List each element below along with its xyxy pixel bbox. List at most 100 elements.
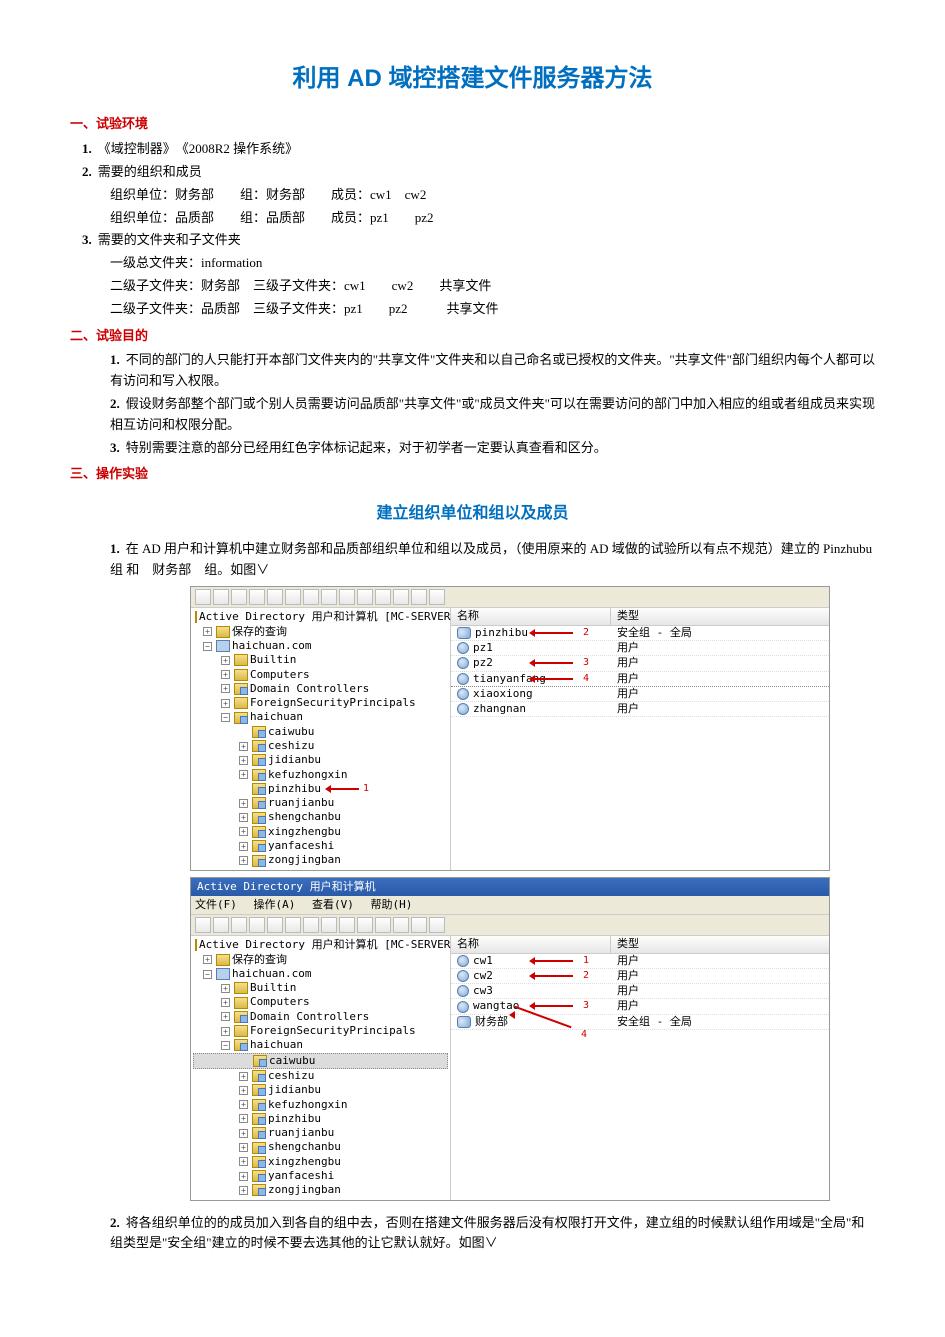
toolbar-btn[interactable] [357, 917, 373, 933]
list-item[interactable]: cw11用户 [451, 954, 829, 969]
list-pane-1[interactable]: 名称 类型 pinzhibu2安全组 - 全局pz1用户pz23用户tianya… [451, 608, 829, 869]
expand-icon[interactable]: + [239, 827, 248, 836]
tree-dc[interactable]: +Domain Controllers [193, 682, 448, 696]
tree-builtin[interactable]: +Builtin [193, 653, 448, 667]
expand-icon[interactable]: + [239, 756, 248, 765]
list-item[interactable]: pz1用户 [451, 641, 829, 656]
tree-ruanjianbu[interactable]: +ruanjianbu [193, 796, 448, 810]
tree-jidianbu[interactable]: +jidianbu [193, 753, 448, 767]
toolbar-btn[interactable] [213, 589, 229, 605]
expand-icon[interactable]: + [239, 1157, 248, 1166]
toolbar-btn[interactable] [231, 589, 247, 605]
tree-domain[interactable]: −haichuan.com [193, 967, 448, 981]
list-item[interactable]: cw22用户 [451, 969, 829, 984]
toolbar-btn[interactable] [339, 917, 355, 933]
toolbar-btn[interactable] [267, 589, 283, 605]
expand-icon[interactable]: + [239, 1072, 248, 1081]
toolbar-btn[interactable] [285, 589, 301, 605]
list-item[interactable]: wangtao3用户 [451, 999, 829, 1014]
toolbar-btn[interactable] [231, 917, 247, 933]
expand-icon[interactable]: + [203, 955, 212, 964]
tree-zongjingban[interactable]: +zongjingban [193, 853, 448, 867]
tree-kefu[interactable]: +kefuzhongxin [193, 768, 448, 782]
expand-icon[interactable]: + [221, 984, 230, 993]
tree-fsp[interactable]: +ForeignSecurityPrincipals [193, 696, 448, 710]
expand-icon[interactable]: + [239, 799, 248, 808]
expand-icon[interactable]: + [239, 1143, 248, 1152]
tree-pinzhibu[interactable]: +pinzhibu [193, 1112, 448, 1126]
expand-icon[interactable]: + [203, 627, 212, 636]
col-name[interactable]: 名称 [451, 608, 611, 624]
expand-icon[interactable]: + [239, 842, 248, 851]
tree-caiwubu[interactable]: caiwubu [193, 725, 448, 739]
tree-ceshizu[interactable]: +ceshizu [193, 739, 448, 753]
toolbar-btn[interactable] [267, 917, 283, 933]
tree-haichuan[interactable]: −haichuan [193, 1038, 448, 1052]
expand-icon[interactable]: + [239, 1086, 248, 1095]
tree-shengchanbu[interactable]: +shengchanbu [193, 810, 448, 824]
tree-saved-query[interactable]: +保存的查询 [193, 953, 448, 967]
expand-icon[interactable]: + [239, 856, 248, 865]
tree-pane-2[interactable]: Active Directory 用户和计算机 [MC-SERVER.hai +… [191, 936, 451, 1199]
toolbar-btn[interactable] [375, 589, 391, 605]
tree-dc[interactable]: +Domain Controllers [193, 1010, 448, 1024]
expand-icon[interactable]: + [239, 813, 248, 822]
toolbar-btn[interactable] [249, 917, 265, 933]
toolbar-btn[interactable] [411, 917, 427, 933]
col-name[interactable]: 名称 [451, 936, 611, 952]
toolbar-btn[interactable] [249, 589, 265, 605]
tree-zongjingban[interactable]: +zongjingban [193, 1183, 448, 1197]
toolbar-btn[interactable] [375, 917, 391, 933]
toolbar-btn[interactable] [411, 589, 427, 605]
toolbar-btn[interactable] [393, 917, 409, 933]
expand-icon[interactable]: + [239, 1129, 248, 1138]
tree-haichuan[interactable]: −haichuan [193, 710, 448, 724]
expand-icon[interactable]: + [221, 998, 230, 1007]
tree-shengchanbu[interactable]: +shengchanbu [193, 1140, 448, 1154]
menu-help[interactable]: 帮助(H) [371, 898, 413, 911]
tree-xingzhengbu[interactable]: +xingzhengbu [193, 825, 448, 839]
toolbar-btn[interactable] [303, 589, 319, 605]
list-item[interactable]: cw3用户 [451, 984, 829, 999]
tree-caiwubu-selected[interactable]: caiwubu [193, 1053, 448, 1069]
tree-ruanjianbu[interactable]: +ruanjianbu [193, 1126, 448, 1140]
tree-domain[interactable]: −haichuan.com [193, 639, 448, 653]
menu-view[interactable]: 查看(V) [312, 898, 354, 911]
toolbar-btn[interactable] [195, 589, 211, 605]
list-item[interactable]: pz23用户 [451, 656, 829, 671]
menu-file[interactable]: 文件(F) [195, 898, 237, 911]
expand-icon[interactable]: + [221, 699, 230, 708]
list-item[interactable]: 财务部安全组 - 全局 [451, 1015, 829, 1030]
tree-yanfaceshi[interactable]: +yanfaceshi [193, 1169, 448, 1183]
tree-ceshizu[interactable]: +ceshizu [193, 1069, 448, 1083]
tree-root[interactable]: Active Directory 用户和计算机 [MC-SERVER.hai [193, 938, 448, 952]
expand-icon[interactable]: + [239, 1100, 248, 1109]
collapse-icon[interactable]: − [203, 970, 212, 979]
tree-builtin[interactable]: +Builtin [193, 981, 448, 995]
tree-pinzhibu[interactable]: pinzhibu 1 [193, 782, 448, 796]
collapse-icon[interactable]: − [203, 642, 212, 651]
list-item[interactable]: pinzhibu2安全组 - 全局 [451, 626, 829, 641]
list-pane-2[interactable]: 名称 类型 cw11用户cw22用户cw3用户wangtao3用户财务部安全组 … [451, 936, 829, 1199]
expand-icon[interactable]: + [239, 1172, 248, 1181]
collapse-icon[interactable]: − [221, 1041, 230, 1050]
toolbar-btn[interactable] [339, 589, 355, 605]
tree-pane-1[interactable]: Active Directory 用户和计算机 [MC-SERVER.hai +… [191, 608, 451, 869]
tree-yanfaceshi[interactable]: +yanfaceshi [193, 839, 448, 853]
collapse-icon[interactable]: − [221, 713, 230, 722]
tree-root[interactable]: Active Directory 用户和计算机 [MC-SERVER.hai [193, 610, 448, 624]
toolbar-btn[interactable] [303, 917, 319, 933]
tree-fsp[interactable]: +ForeignSecurityPrincipals [193, 1024, 448, 1038]
expand-icon[interactable]: + [221, 670, 230, 679]
menu-action[interactable]: 操作(A) [254, 898, 296, 911]
tree-xingzhengbu[interactable]: +xingzhengbu [193, 1155, 448, 1169]
toolbar-btn[interactable] [429, 589, 445, 605]
toolbar-btn[interactable] [321, 917, 337, 933]
tree-kefu[interactable]: +kefuzhongxin [193, 1098, 448, 1112]
toolbar-btn[interactable] [213, 917, 229, 933]
expand-icon[interactable]: + [239, 1186, 248, 1195]
expand-icon[interactable]: + [221, 656, 230, 665]
tree-saved-query[interactable]: +保存的查询 [193, 625, 448, 639]
toolbar-btn[interactable] [321, 589, 337, 605]
list-item[interactable]: xiaoxiong用户 [451, 687, 829, 702]
